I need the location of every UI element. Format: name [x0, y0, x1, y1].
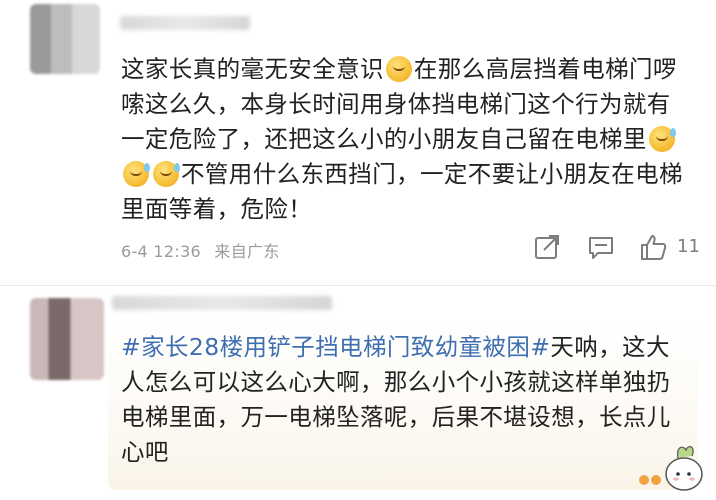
timestamp: 6-4 12:36	[121, 242, 202, 261]
username-blurred[interactable]	[120, 16, 250, 30]
comment-text: 这家长真的毫无安全意识 在那么高层挡着电梯门啰嗦这么久，本身长时间用身体挡电梯门这…	[121, 52, 693, 227]
divider	[0, 285, 716, 286]
comment-text-part: 这家长真的毫无安全意识	[121, 55, 384, 83]
sweat-emoji-icon	[153, 161, 180, 187]
like-count: 11	[677, 236, 700, 257]
avatar[interactable]	[30, 298, 104, 380]
sweat-emoji-icon	[648, 126, 676, 152]
comment-icon[interactable]	[586, 232, 616, 262]
comment-text: #家长28楼用铲子挡电梯门致幼童被困#天呐，这大人怎么可以这么心大啊，那么小个小…	[121, 330, 693, 470]
sweat-emoji-icon	[123, 161, 150, 187]
share-icon[interactable]	[532, 232, 562, 262]
thumbs-up-icon[interactable]	[638, 232, 668, 262]
radish-sticker-icon	[639, 446, 703, 491]
comment-text-part: 不管用什么东西挡门，一定不要让小朋友在电梯里面等着，危险！	[121, 160, 683, 223]
comment-meta: 6-4 12:36 来自广东	[121, 238, 288, 262]
emoji-icon	[385, 56, 412, 82]
location: 来自广东	[214, 242, 280, 261]
avatar[interactable]	[30, 4, 100, 74]
comment-item: #家长28楼用铲子挡电梯门致幼童被困#天呐，这大人怎么可以这么心大啊，那么小个小…	[0, 288, 716, 500]
topic-link[interactable]: #家长28楼用铲子挡电梯门致幼童被困#	[121, 333, 550, 361]
comment-item: 这家长真的毫无安全意识 在那么高层挡着电梯门啰嗦这么久，本身长时间用身体挡电梯门这…	[0, 0, 716, 288]
username-blurred[interactable]	[112, 296, 332, 310]
